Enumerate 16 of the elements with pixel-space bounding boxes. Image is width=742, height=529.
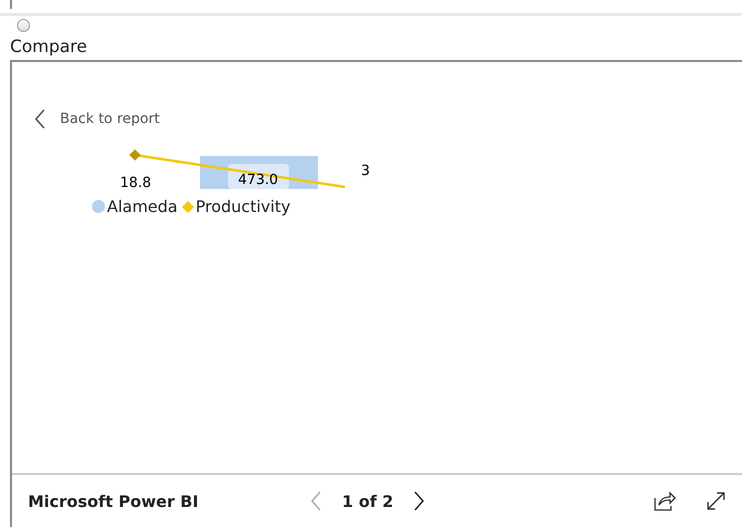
back-to-report-link[interactable]: Back to report	[34, 107, 742, 131]
radio-button[interactable]	[17, 19, 30, 32]
legend-label: Alameda	[107, 197, 178, 216]
data-label: 473.0	[238, 172, 278, 188]
chevron-left-icon	[34, 109, 46, 129]
data-marker	[129, 149, 141, 161]
legend-label: Productivity	[196, 197, 290, 216]
page-indicator: 1 of 2	[342, 492, 394, 510]
next-page-icon[interactable]	[413, 491, 426, 511]
data-label: 18.8	[120, 175, 152, 189]
brand-name: Microsoft Power BI	[28, 492, 198, 510]
fullscreen-icon[interactable]	[706, 491, 726, 511]
label-background	[228, 164, 289, 189]
share-icon[interactable]	[654, 491, 676, 511]
data-label: 3	[361, 163, 370, 179]
compare-label: Compare	[9, 36, 88, 59]
